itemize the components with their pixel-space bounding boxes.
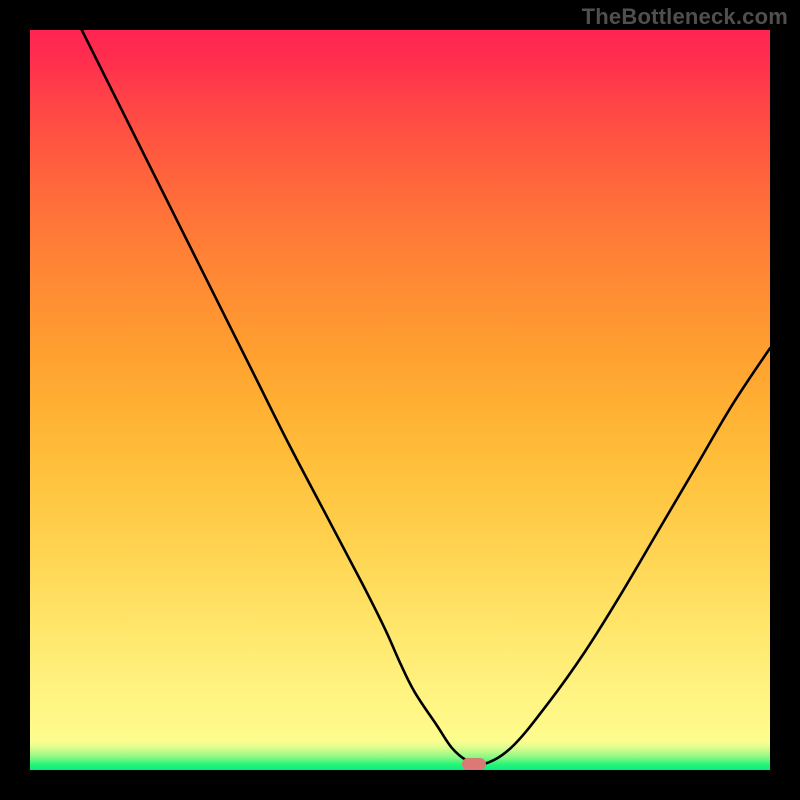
plot-area [30,30,770,770]
watermark-text: TheBottleneck.com [582,4,788,30]
chart-frame: TheBottleneck.com [0,0,800,800]
curve-svg [30,30,770,770]
optimal-point-marker [462,758,486,770]
bottleneck-curve-path [82,30,770,766]
